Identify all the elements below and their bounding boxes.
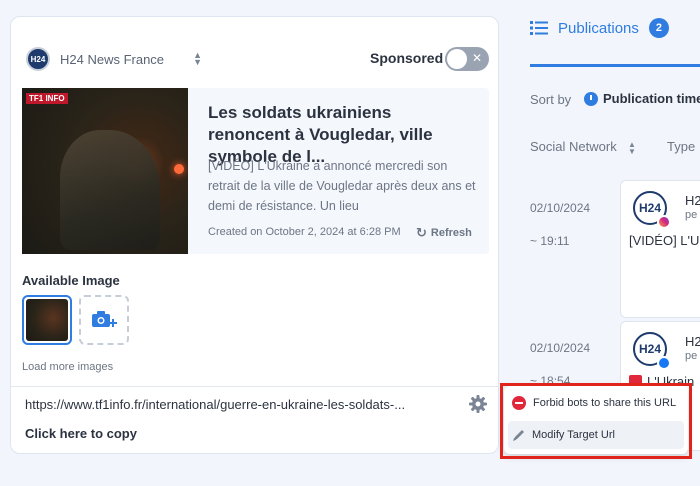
list-icon (530, 21, 548, 35)
instagram-icon (657, 215, 671, 229)
preview-image: TF1 INFO (22, 88, 188, 254)
created-timestamp: Created on October 2, 2024 at 6:28 PM (208, 226, 401, 238)
target-url[interactable]: https://www.tf1info.fr/international/gue… (25, 397, 405, 412)
sponsored-label: Sponsored (370, 50, 444, 66)
add-image-button[interactable] (79, 295, 129, 345)
sponsored-toggle[interactable]: ✕ (445, 47, 489, 71)
load-more-images-link[interactable]: Load more images (22, 361, 113, 373)
publication-text: [VIDÉO] L'U (629, 233, 700, 248)
add-photo-icon (92, 311, 117, 327)
tf1-info-logo: TF1 INFO (26, 93, 68, 104)
copy-link-button[interactable]: Click here to copy (25, 426, 137, 441)
post-editor-card: H24 H24 News France ▲ ▼ Sponsored ✕ TF1 I… (10, 16, 499, 454)
refresh-label: Refresh (430, 227, 472, 239)
refresh-icon: ↻ (416, 225, 427, 240)
column-social-network[interactable]: Social Network (530, 139, 617, 154)
image-option-selected[interactable] (22, 295, 72, 345)
preview-description: [VIDÉO] L'Ukraine a annoncé mercredi son… (208, 159, 476, 213)
toggle-knob (447, 49, 467, 69)
highlight-box (500, 383, 692, 459)
sort-caret-icon: ▲ ▼ (193, 50, 202, 67)
publication-time: ~ 19:11 (530, 234, 570, 248)
account-subtitle: pe (685, 350, 698, 362)
gear-icon[interactable] (468, 394, 488, 414)
source-name: H24 News France (60, 51, 165, 67)
publication-date: 02/10/2024 (530, 201, 591, 215)
sort-by-label: Sort by (530, 92, 572, 107)
refresh-button[interactable]: ↻ Refresh (416, 225, 472, 241)
sort-value: Publication time (603, 91, 700, 106)
sort-caret-icon[interactable]: ▲ ▼ (628, 141, 636, 156)
publications-title: Publications (558, 19, 639, 37)
publications-count-badge: 2 (648, 18, 669, 38)
column-type[interactable]: Type (667, 139, 695, 154)
account-subtitle: pe (685, 209, 698, 221)
available-image-label: Available Image (22, 273, 120, 288)
active-tab-underline (530, 64, 700, 67)
account-name: H24 (685, 193, 700, 208)
link-preview: TF1 INFO Les soldats ukrainiens renoncen… (22, 88, 489, 254)
publication-date: 02/10/2024 (530, 341, 591, 355)
account-name: H2 (685, 334, 700, 349)
publication-card[interactable]: H24 H24 pe [VIDÉO] L'U (620, 180, 700, 318)
sort-select[interactable]: Publication time (584, 91, 700, 106)
source-select[interactable]: H24 H24 News France ▲ ▼ (26, 43, 202, 75)
close-icon: ✕ (471, 51, 482, 65)
publications-tab[interactable]: Publications 2 (530, 18, 669, 38)
divider (11, 386, 498, 387)
clock-icon (584, 91, 598, 106)
facebook-icon (657, 356, 671, 370)
source-logo: H24 (26, 47, 50, 71)
